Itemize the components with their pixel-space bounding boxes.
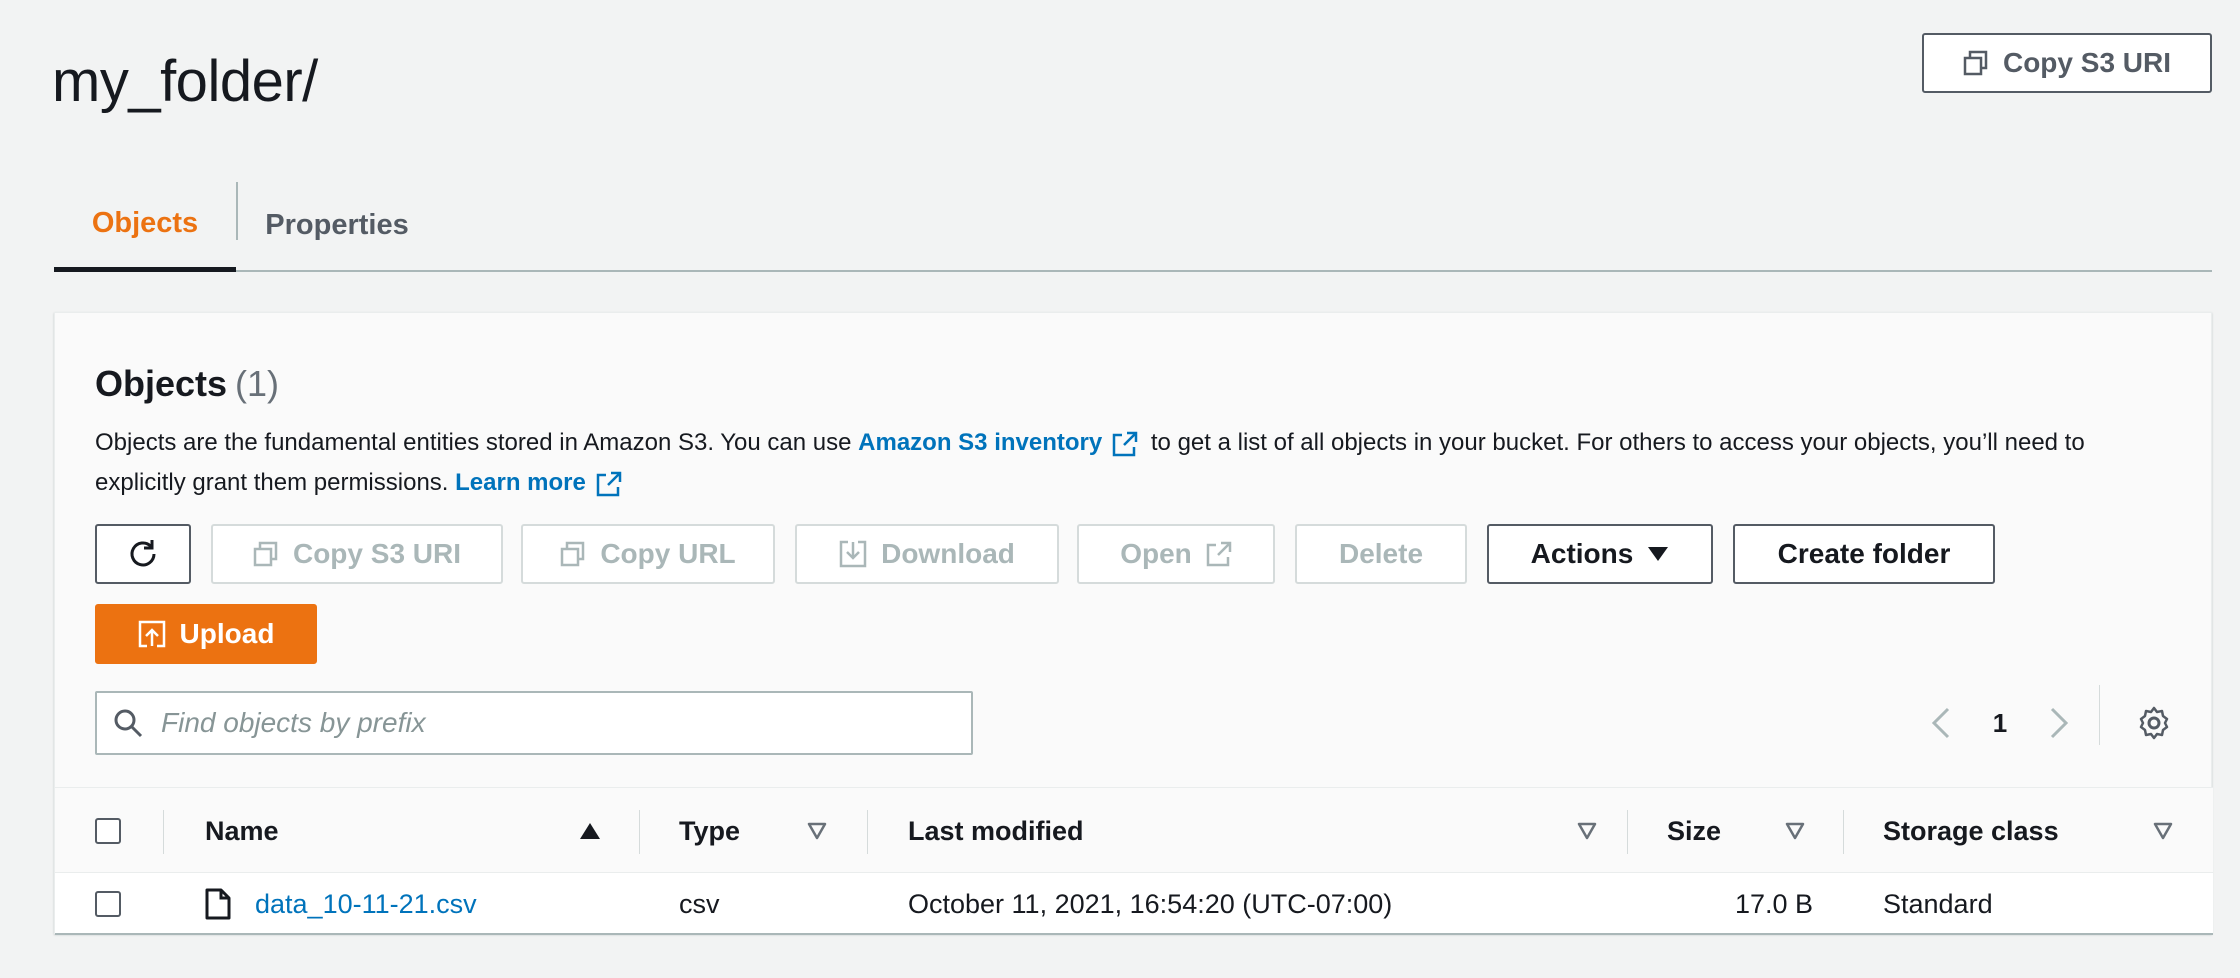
- upload-icon: [138, 620, 165, 648]
- copy-s3-uri-header-button[interactable]: Copy S3 URI: [1922, 33, 2212, 93]
- object-last-modified: October 11, 2021, 16:54:20 (UTC-07:00): [908, 888, 1393, 919]
- tab-bar: Objects Properties: [54, 180, 2212, 272]
- object-storage-class: Standard: [1883, 888, 1993, 919]
- file-icon: [205, 888, 231, 920]
- refresh-button[interactable]: [95, 524, 191, 584]
- table-row[interactable]: data_10-11-21.csv csv October 11, 2021, …: [55, 873, 2213, 935]
- description-text-1: Objects are the fundamental entities sto…: [95, 429, 859, 456]
- object-type: csv: [679, 888, 720, 919]
- column-header-storage-class[interactable]: Storage class: [1883, 788, 2133, 874]
- column-divider: [1627, 810, 1628, 854]
- table-header: Name Type Last modified Size Storage cla…: [55, 787, 2213, 873]
- column-divider: [639, 810, 640, 854]
- current-page-number[interactable]: 1: [1961, 708, 2039, 739]
- object-name-link[interactable]: data_10-11-21.csv: [255, 873, 477, 935]
- external-link-icon: [1112, 431, 1138, 456]
- external-link-icon: [596, 471, 622, 496]
- column-name-label: Name: [205, 815, 279, 846]
- table-settings-button[interactable]: [2129, 698, 2179, 748]
- delete-button[interactable]: Delete: [1295, 524, 1467, 584]
- delete-button-label: Delete: [1338, 538, 1424, 569]
- column-divider: [1843, 810, 1844, 854]
- objects-count: (1): [235, 363, 280, 404]
- gear-icon: [2139, 706, 2169, 740]
- column-divider: [867, 810, 868, 854]
- object-size: 17.0 B: [1734, 888, 1813, 919]
- search-box: [95, 691, 973, 755]
- open-button-label: Open: [1120, 538, 1192, 569]
- sort-icon[interactable]: [2153, 822, 2173, 840]
- upload-button[interactable]: Upload: [95, 604, 317, 664]
- previous-page-button[interactable]: [1921, 703, 1961, 743]
- upload-label: Upload: [179, 618, 275, 649]
- copy-icon: [561, 541, 585, 567]
- download-button-label: Download: [881, 538, 1015, 569]
- create-folder-button[interactable]: Create folder: [1733, 524, 1995, 584]
- tab-properties[interactable]: Properties: [237, 180, 437, 270]
- column-header-name[interactable]: Name: [205, 788, 505, 874]
- objects-panel: Objects (1) Objects are the fundamental e…: [54, 312, 2213, 935]
- chevron-right-icon: [2050, 707, 2069, 739]
- pagination-divider: [2099, 685, 2100, 745]
- copy-s3-uri-button-label: Copy S3 URI: [292, 538, 462, 569]
- objects-heading: Objects: [95, 363, 228, 404]
- s3-inventory-link[interactable]: Amazon S3 inventory: [858, 429, 1102, 456]
- sort-icon[interactable]: [1785, 822, 1805, 840]
- select-all-checkbox[interactable]: [95, 818, 121, 844]
- copy-s3-uri-button[interactable]: Copy S3 URI: [211, 524, 503, 584]
- copy-icon: [253, 541, 278, 567]
- copy-url-button-label: Copy URL: [600, 538, 736, 569]
- copy-s3-uri-label: Copy S3 URI: [2002, 47, 2172, 78]
- column-header-type[interactable]: Type: [679, 788, 799, 874]
- refresh-icon: [130, 540, 156, 567]
- column-size-label: Size: [1667, 815, 1722, 846]
- sort-ascending-icon[interactable]: [579, 822, 601, 840]
- actions-label: Actions: [1530, 538, 1634, 569]
- caret-down-icon: [1648, 547, 1669, 561]
- actions-dropdown[interactable]: Actions: [1487, 524, 1713, 584]
- column-storage-class-label: Storage class: [1883, 815, 2059, 846]
- download-button[interactable]: Download: [795, 524, 1059, 584]
- copy-icon: [1963, 50, 1988, 76]
- download-icon: [839, 540, 867, 568]
- page-title: my_folder/: [52, 49, 318, 114]
- sort-icon[interactable]: [807, 822, 827, 840]
- search-input[interactable]: [161, 707, 921, 739]
- chevron-left-icon: [1931, 707, 1950, 739]
- column-header-last-modified[interactable]: Last modified: [908, 788, 1308, 874]
- next-page-button[interactable]: [2039, 703, 2079, 743]
- column-header-size[interactable]: Size: [1667, 788, 1767, 874]
- sort-icon[interactable]: [1577, 822, 1597, 840]
- row-checkbox[interactable]: [95, 891, 121, 917]
- objects-description: Objects are the fundamental entities sto…: [95, 423, 2175, 503]
- create-folder-label: Create folder: [1777, 538, 1951, 569]
- copy-url-button[interactable]: Copy URL: [521, 524, 775, 584]
- search-icon: [114, 709, 143, 738]
- tab-objects[interactable]: Objects: [54, 180, 236, 272]
- open-button[interactable]: Open: [1077, 524, 1275, 584]
- learn-more-link[interactable]: Learn more: [455, 469, 586, 496]
- column-divider: [163, 810, 164, 854]
- external-link-icon: [1206, 541, 1232, 567]
- column-last-modified-label: Last modified: [908, 815, 1084, 846]
- column-type-label: Type: [679, 815, 741, 846]
- pagination: 1: [1921, 691, 2079, 755]
- objects-panel-title: Objects (1): [95, 363, 279, 405]
